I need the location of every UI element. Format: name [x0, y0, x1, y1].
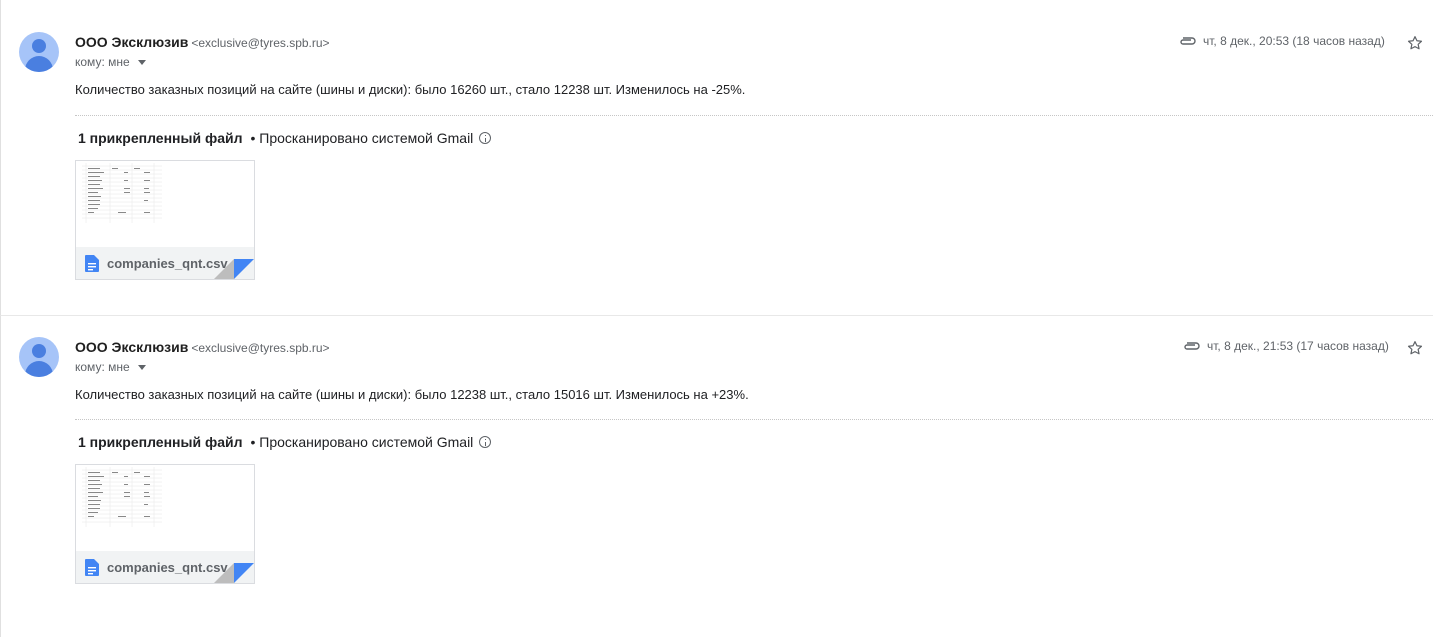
email-message: ООО Эксклюзив <exclusive@tyres.spb.ru> ко… [0, 316, 1433, 637]
sender-email: <exclusive@tyres.spb.ru> [191, 341, 330, 355]
avatar[interactable] [19, 337, 59, 377]
attachment-card[interactable]: companies_qnt.csv [75, 464, 255, 584]
attachment-name[interactable]: companies_qnt.csv [107, 560, 228, 575]
corner-fold [214, 259, 254, 279]
scan-note: • Просканировано системой Gmail [250, 130, 474, 146]
sender: ООО Эксклюзив <exclusive@tyres.spb.ru> [75, 34, 330, 50]
sender-email: <exclusive@tyres.spb.ru> [191, 36, 330, 50]
sender-name[interactable]: ООО Эксклюзив [75, 34, 188, 50]
star-icon[interactable] [1406, 34, 1424, 52]
attachments-header: 1 прикрепленный файл • Просканировано си… [78, 434, 492, 450]
recipients[interactable]: кому: мне [75, 55, 146, 69]
paperclip-icon [1184, 342, 1200, 350]
message-date[interactable]: чт, 8 дек., 20:53 (18 часов назад) [1203, 34, 1385, 48]
avatar[interactable] [19, 32, 59, 72]
recipients-label: кому: мне [75, 360, 130, 374]
corner-fold [214, 563, 254, 583]
chevron-down-icon[interactable] [137, 60, 146, 65]
sender-name[interactable]: ООО Эксклюзив [75, 339, 188, 355]
divider [75, 419, 1433, 420]
attachment-card[interactable]: companies_qnt.csv [75, 160, 255, 280]
message-meta: чт, 8 дек., 21:53 (17 часов назад) [1183, 339, 1389, 353]
message-body: Количество заказных позиций на сайте (ши… [75, 387, 749, 402]
info-icon[interactable] [479, 132, 492, 144]
attachments-header: 1 прикрепленный файл • Просканировано си… [78, 130, 492, 146]
message-meta: чт, 8 дек., 20:53 (18 часов назад) [1179, 34, 1385, 48]
email-message: ООО Эксклюзив <exclusive@tyres.spb.ru> ко… [0, 0, 1433, 316]
star-icon[interactable] [1406, 339, 1424, 357]
recipients[interactable]: кому: мне [75, 360, 146, 374]
spreadsheet-preview [82, 467, 162, 527]
attachments-count: 1 прикрепленный файл [78, 130, 243, 146]
recipients-label: кому: мне [75, 55, 130, 69]
sender: ООО Эксклюзив <exclusive@tyres.spb.ru> [75, 339, 330, 355]
info-icon[interactable] [479, 436, 492, 448]
attachments-count: 1 прикрепленный файл [78, 434, 243, 450]
message-date[interactable]: чт, 8 дек., 21:53 (17 часов назад) [1207, 339, 1389, 353]
attachment-name[interactable]: companies_qnt.csv [107, 256, 228, 271]
doc-icon [85, 558, 99, 576]
spreadsheet-preview [82, 163, 162, 223]
divider [75, 115, 1433, 116]
message-body: Количество заказных позиций на сайте (ши… [75, 82, 746, 97]
chevron-down-icon[interactable] [137, 365, 146, 370]
scan-note: • Просканировано системой Gmail [250, 434, 474, 450]
paperclip-icon [1180, 37, 1196, 45]
doc-icon [85, 254, 99, 272]
